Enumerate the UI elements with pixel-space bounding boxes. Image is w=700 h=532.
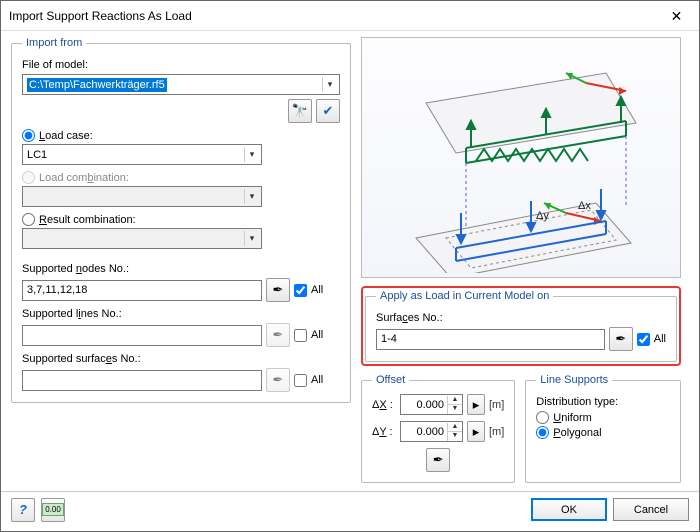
polygonal-label: Polygonal xyxy=(553,427,601,439)
titlebar: Import Support Reactions As Load ✕ xyxy=(1,1,699,31)
units-icon: 0.00 xyxy=(42,503,64,516)
offset-and-supports-row: Offset ΔX : ▲▼ ▸ [m] ΔY : ▲▼ xyxy=(361,374,681,491)
dx-spinner[interactable]: ▲▼ xyxy=(400,394,463,415)
offset-group: Offset ΔX : ▲▼ ▸ [m] ΔY : ▲▼ xyxy=(361,374,515,483)
dy-spinner[interactable]: ▲▼ xyxy=(400,421,463,442)
picker-icon: ✒ xyxy=(273,372,284,388)
dy-label: ΔY : xyxy=(372,426,396,438)
surfaces-all-check[interactable]: All xyxy=(637,333,666,346)
pick-offset-button[interactable]: ✒ xyxy=(426,448,450,472)
chevron-down-icon: ▾ xyxy=(244,147,259,162)
pick-surfaces-button[interactable]: ✒ xyxy=(266,368,290,392)
spin-down-icon[interactable]: ▼ xyxy=(448,405,462,414)
load-combination-radio[interactable]: Load combination: xyxy=(22,171,129,184)
load-combination-combo: ▾ xyxy=(22,186,262,207)
result-combination-radio[interactable]: Result combination: xyxy=(22,213,136,226)
dy-input[interactable] xyxy=(401,422,447,441)
pick-surfaces-apply-button[interactable]: ✒ xyxy=(609,327,633,351)
load-combination-label: Load combination: xyxy=(39,172,129,184)
apply-highlight: Apply as Load in Current Model on Surfac… xyxy=(361,286,681,366)
supported-nodes-label: Supported nodes No.: xyxy=(22,263,340,275)
preview-image: Δx Δy xyxy=(361,37,681,278)
supported-surfaces-label: Supported surfaces No.: xyxy=(22,353,340,365)
help-icon: ? xyxy=(19,502,27,517)
svg-text:Δx: Δx xyxy=(578,200,591,212)
apply-legend: Apply as Load in Current Model on xyxy=(376,290,553,302)
verify-button[interactable]: ✔ xyxy=(316,99,340,123)
right-column: Δx Δy Apply as Load in Curre xyxy=(361,37,681,491)
spin-up-icon[interactable]: ▲ xyxy=(448,423,462,432)
supported-surfaces-all-check[interactable]: All xyxy=(294,374,323,387)
file-of-model-combo[interactable]: C:\Temp\Fachwerkträger.rf5 ▾ xyxy=(22,74,340,95)
svg-text:Δy: Δy xyxy=(536,210,549,222)
pick-lines-button[interactable]: ✒ xyxy=(266,323,290,347)
dx-unit: [m] xyxy=(489,399,504,411)
load-case-label: Load case: xyxy=(39,130,93,142)
file-of-model-label: File of model: xyxy=(22,59,340,71)
ok-button[interactable]: OK xyxy=(531,498,607,521)
chevron-down-icon: ▾ xyxy=(244,189,259,204)
check-icon: ✔ xyxy=(323,103,334,119)
left-column: Import from File of model: C:\Temp\Fachw… xyxy=(11,37,351,491)
uniform-radio[interactable]: Uniform xyxy=(536,411,592,424)
import-from-group: Import from File of model: C:\Temp\Fachw… xyxy=(11,37,351,403)
import-from-legend: Import from xyxy=(22,37,86,49)
chevron-down-icon: ▾ xyxy=(322,77,337,92)
pick-nodes-button[interactable]: ✒ xyxy=(266,278,290,302)
result-combination-label: Result combination: xyxy=(39,214,136,226)
dx-label: ΔX : xyxy=(372,399,396,411)
load-case-value: LC1 xyxy=(27,149,47,161)
dx-stepper-button[interactable]: ▸ xyxy=(467,394,485,415)
distribution-type-label: Distribution type: xyxy=(536,396,670,408)
result-combination-combo: ▾ xyxy=(22,228,262,249)
uniform-label: Uniform xyxy=(553,412,592,424)
browse-button[interactable]: 🔭 xyxy=(288,99,312,123)
window-title: Import Support Reactions As Load xyxy=(9,9,192,23)
line-supports-group: Line Supports Distribution type: Uniform… xyxy=(525,374,681,483)
picker-icon: ✒ xyxy=(615,331,626,347)
dx-input[interactable] xyxy=(401,395,447,414)
load-case-radio[interactable]: Load case: xyxy=(22,129,93,142)
supported-lines-input[interactable] xyxy=(22,325,262,346)
picker-icon: ✒ xyxy=(433,452,444,468)
line-supports-legend: Line Supports xyxy=(536,374,612,386)
dialog-footer: ? 0.00 OK Cancel xyxy=(1,491,699,527)
spin-up-icon[interactable]: ▲ xyxy=(448,396,462,405)
apply-as-load-group: Apply as Load in Current Model on Surfac… xyxy=(365,290,677,362)
load-case-combo[interactable]: LC1 ▾ xyxy=(22,144,262,165)
chevron-down-icon: ▾ xyxy=(244,231,259,246)
units-button[interactable]: 0.00 xyxy=(41,498,65,522)
polygonal-radio[interactable]: Polygonal xyxy=(536,426,601,439)
dialog-content: Import from File of model: C:\Temp\Fachw… xyxy=(1,31,699,491)
surfaces-no-label: Surfaces No.: xyxy=(376,312,666,324)
picker-icon: ✒ xyxy=(273,327,284,343)
close-button[interactable]: ✕ xyxy=(654,1,699,31)
supported-lines-label: Supported lines No.: xyxy=(22,308,340,320)
dy-stepper-button[interactable]: ▸ xyxy=(467,421,485,442)
picker-icon: ✒ xyxy=(273,282,284,298)
offset-legend: Offset xyxy=(372,374,409,386)
surfaces-no-input[interactable] xyxy=(376,329,605,350)
dy-unit: [m] xyxy=(489,426,504,438)
spin-down-icon[interactable]: ▼ xyxy=(448,432,462,441)
supported-lines-all-check[interactable]: All xyxy=(294,329,323,342)
cancel-button[interactable]: Cancel xyxy=(613,498,689,521)
supported-nodes-all-check[interactable]: All xyxy=(294,284,323,297)
help-button[interactable]: ? xyxy=(11,498,35,522)
file-path-value: C:\Temp\Fachwerkträger.rf5 xyxy=(27,78,167,92)
supported-nodes-input[interactable] xyxy=(22,280,262,301)
binoculars-icon: 🔭 xyxy=(292,103,308,119)
supported-surfaces-input[interactable] xyxy=(22,370,262,391)
